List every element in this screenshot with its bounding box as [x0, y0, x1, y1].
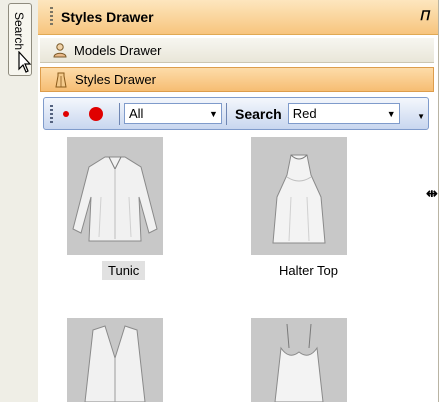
side-tab-strip: Search [0, 0, 39, 402]
drawer-item-label: Models Drawer [74, 42, 162, 58]
search-label: Search [235, 105, 282, 122]
style-thumbnail-tunic[interactable] [67, 137, 163, 255]
item-label-halter-top[interactable]: Halter Top [273, 261, 344, 280]
toolbar-separator [226, 102, 227, 125]
halter-top-image [272, 154, 326, 244]
toolbar-grip-icon[interactable] [50, 104, 53, 123]
camisole-image [274, 323, 324, 403]
panel-title-bar[interactable]: Styles Drawer 𝛱 [38, 0, 438, 35]
search-toolbar: All ▼ Search Red ▼ ▼ [43, 97, 429, 130]
drawer-item-styles[interactable]: Styles Drawer [40, 67, 434, 92]
drawer-item-models[interactable]: Models Drawer [40, 38, 434, 63]
filter-value: All [129, 106, 144, 121]
toolbar-separator [119, 102, 120, 125]
panel-title: Styles Drawer [61, 9, 154, 25]
item-label-tunic[interactable]: Tunic [102, 261, 146, 280]
search-input[interactable]: Red ▼ [287, 103, 400, 124]
filter-dropdown[interactable]: All ▼ [124, 103, 222, 124]
search-side-tab-label: Search [12, 12, 26, 51]
style-thumbnail[interactable] [67, 318, 163, 403]
small-dot-icon[interactable] [63, 110, 69, 117]
vest-image [84, 325, 146, 403]
grip-icon[interactable] [50, 7, 53, 27]
drawer-item-label: Styles Drawer [75, 72, 156, 87]
style-thumbnail-halter-top[interactable] [251, 137, 347, 255]
large-dot-icon[interactable] [89, 106, 103, 121]
mouse-cursor-icon [18, 51, 32, 73]
toolbar-overflow-icon[interactable]: ▼ [417, 112, 425, 121]
dress-icon [55, 72, 67, 87]
styles-drawer-panel: Styles Drawer 𝛱 Models Drawer Styles Dra… [38, 0, 439, 403]
chevron-down-icon[interactable]: ▼ [384, 104, 399, 123]
person-icon [53, 43, 67, 58]
search-value: Red [292, 106, 317, 121]
chevron-down-icon[interactable]: ▼ [206, 104, 221, 123]
pin-icon[interactable]: 𝛱 [421, 8, 430, 24]
style-thumbnail[interactable] [251, 318, 347, 403]
tunic-image [72, 156, 158, 242]
resize-cursor-icon: ⇹ [426, 185, 438, 201]
